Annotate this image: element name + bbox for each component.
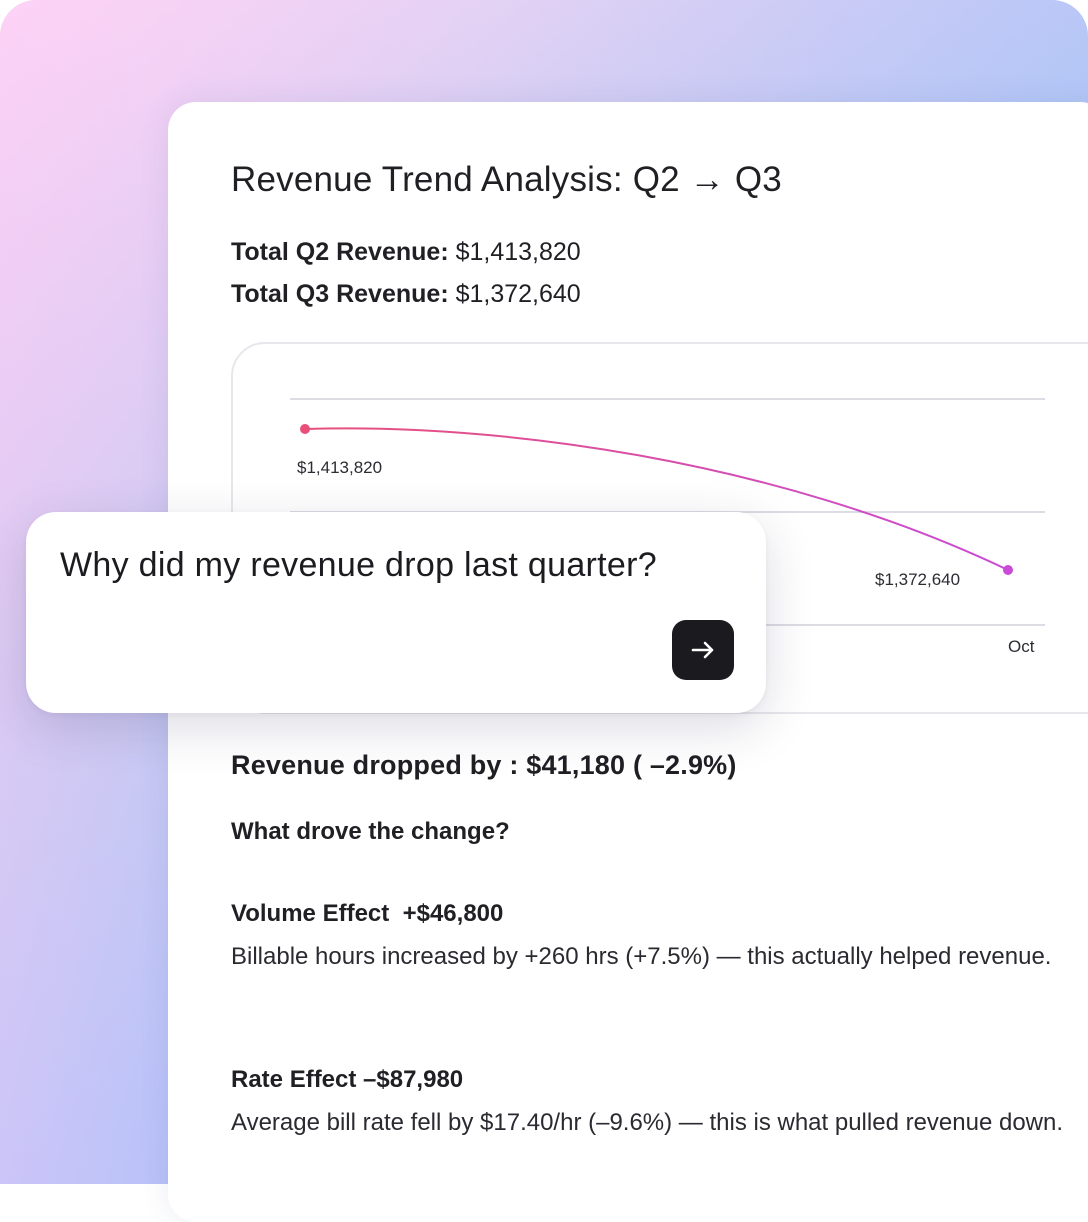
q3-revenue-label: Total Q3 Revenue:: [231, 280, 449, 308]
revenue-drop-summary: Revenue dropped by : $41,180 ( –2.9%): [231, 750, 737, 780]
send-button[interactable]: [672, 620, 734, 680]
arrow-right-icon: [691, 641, 714, 659]
rate-effect-text: Average bill rate fell by $17.40/hr (–9.…: [231, 1109, 1064, 1136]
q2-revenue-value: $1,413,820: [448, 238, 581, 266]
q3-revenue-value: $1,372,640: [448, 280, 581, 308]
prompt-input[interactable]: Why did my revenue drop last quarter?: [60, 546, 657, 585]
data-label-q2: $1,413,820: [297, 458, 382, 477]
q3-revenue-stat: Total Q3 Revenue: $1,372,640: [231, 280, 581, 309]
chat-prompt-card: Why did my revenue drop last quarter?: [26, 512, 766, 713]
volume-effect-text: Billable hours increased by +260 hrs (+7…: [231, 943, 1052, 970]
data-label-q3: $1,372,640: [875, 570, 960, 589]
q2-revenue-stat: Total Q2 Revenue: $1,413,820: [231, 238, 581, 267]
data-point-q2: [300, 424, 310, 434]
data-point-q3: [1003, 565, 1013, 575]
rate-effect-heading: Rate Effect –$87,980: [231, 1066, 464, 1093]
report-title: Revenue Trend Analysis: Q2 → Q3: [231, 160, 782, 199]
x-tick-label-oct: Oct: [1008, 637, 1035, 656]
q2-revenue-label: Total Q2 Revenue:: [231, 238, 449, 266]
volume-effect-heading: Volume Effect +$46,800: [231, 900, 504, 927]
drivers-heading: What drove the change?: [231, 818, 510, 845]
